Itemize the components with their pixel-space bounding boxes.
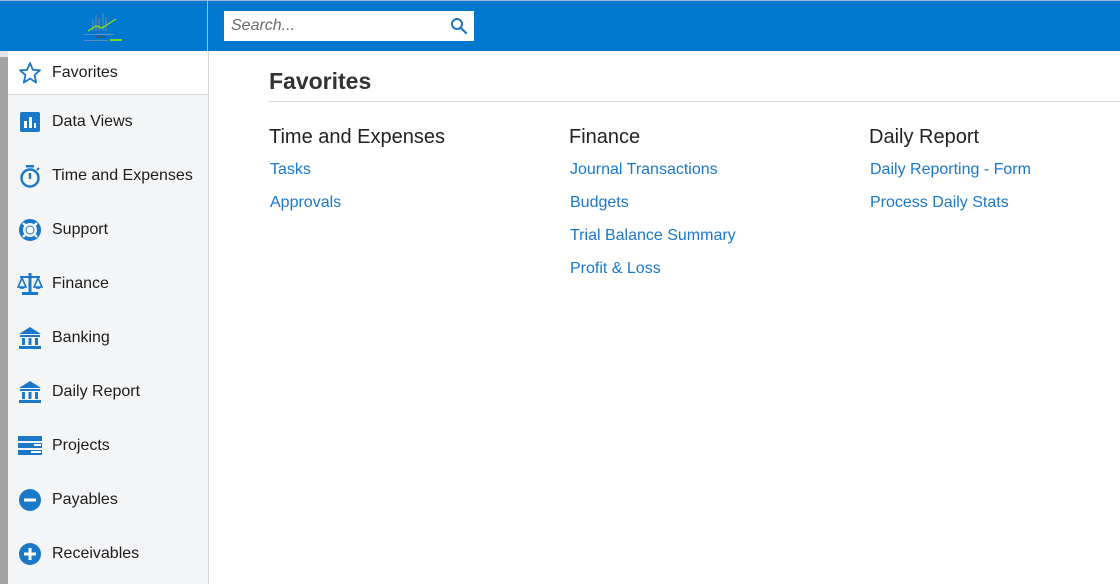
bank-icon	[17, 379, 43, 405]
favorite-link-daily-reporting-form[interactable]: Daily Reporting - Form	[870, 155, 1031, 188]
sidebar-item-finance[interactable]: Finance	[8, 257, 208, 311]
sidebar-item-payables[interactable]: Payables	[8, 473, 208, 527]
sidebar-item-label: Time and Expenses	[52, 167, 193, 184]
sidebar-item-banking[interactable]: Banking	[8, 311, 208, 365]
favorite-link-tasks[interactable]: Tasks	[270, 155, 445, 188]
sidebar-item-data-views[interactable]: Data Views	[8, 95, 208, 149]
group-title: Time and Expenses	[269, 126, 446, 148]
logo-area[interactable]	[0, 1, 208, 51]
bank-icon	[17, 325, 43, 351]
favorite-link-process-daily-stats[interactable]: Process Daily Stats	[870, 188, 1031, 221]
favorites-group-time-and-expenses: Time and Expenses Tasks Approvals	[269, 125, 445, 221]
star-icon	[17, 60, 43, 86]
favorite-link-journal-transactions[interactable]: Journal Transactions	[570, 155, 736, 188]
favorite-link-budgets[interactable]: Budgets	[570, 188, 736, 221]
projects-icon	[17, 433, 43, 459]
sidebar-item-projects[interactable]: Projects	[8, 419, 208, 473]
search-icon[interactable]	[450, 17, 468, 35]
scales-icon	[17, 271, 43, 297]
favorite-link-trial-balance-summary[interactable]: Trial Balance Summary	[570, 221, 736, 254]
title-divider	[269, 101, 1120, 102]
sidebar-item-label: Payables	[52, 491, 118, 508]
favorites-group-daily-report: Daily Report Daily Reporting - Form Proc…	[869, 125, 1031, 221]
left-scroll-strip	[0, 51, 8, 584]
search-input[interactable]	[224, 11, 444, 41]
sidebar-item-receivables[interactable]: Receivables	[8, 527, 208, 581]
sidebar-item-favorites[interactable]: Favorites	[8, 51, 208, 95]
top-bar	[0, 0, 1120, 51]
sidebar-item-label: Daily Report	[52, 383, 141, 400]
search-box[interactable]	[224, 11, 474, 41]
favorites-group-finance: Finance Journal Transactions Budgets Tri…	[569, 125, 736, 287]
sidebar-item-time-and-expenses[interactable]: Time and Expenses	[8, 149, 208, 203]
favorite-link-approvals[interactable]: Approvals	[270, 188, 445, 221]
plus-circle-icon	[17, 541, 43, 567]
sidebar-item-label: Support	[52, 221, 109, 238]
sidebar-item-label: Finance	[52, 275, 109, 292]
stopwatch-icon	[17, 163, 43, 189]
group-title: Finance	[569, 126, 641, 148]
sidebar-item-label: Receivables	[52, 545, 140, 562]
sidebar-item-daily-report[interactable]: Daily Report	[8, 365, 208, 419]
sidebar-item-label: Favorites	[52, 63, 118, 81]
favorite-link-profit-and-loss[interactable]: Profit & Loss	[570, 254, 736, 287]
page-title: Favorites	[269, 68, 372, 94]
strip-cap	[0, 51, 8, 57]
sidebar-item-label: Banking	[52, 329, 110, 346]
lifebuoy-icon	[17, 217, 43, 243]
sidebar-item-label: Projects	[52, 437, 110, 454]
minus-circle-icon	[17, 487, 43, 513]
bar-chart-icon	[17, 109, 43, 135]
group-title: Daily Report	[869, 126, 980, 148]
logo-icon	[84, 13, 122, 41]
sidebar: Favorites Data Views Time and Expenses S…	[8, 51, 209, 584]
sidebar-item-support[interactable]: Support	[8, 203, 208, 257]
sidebar-item-label: Data Views	[52, 113, 133, 130]
